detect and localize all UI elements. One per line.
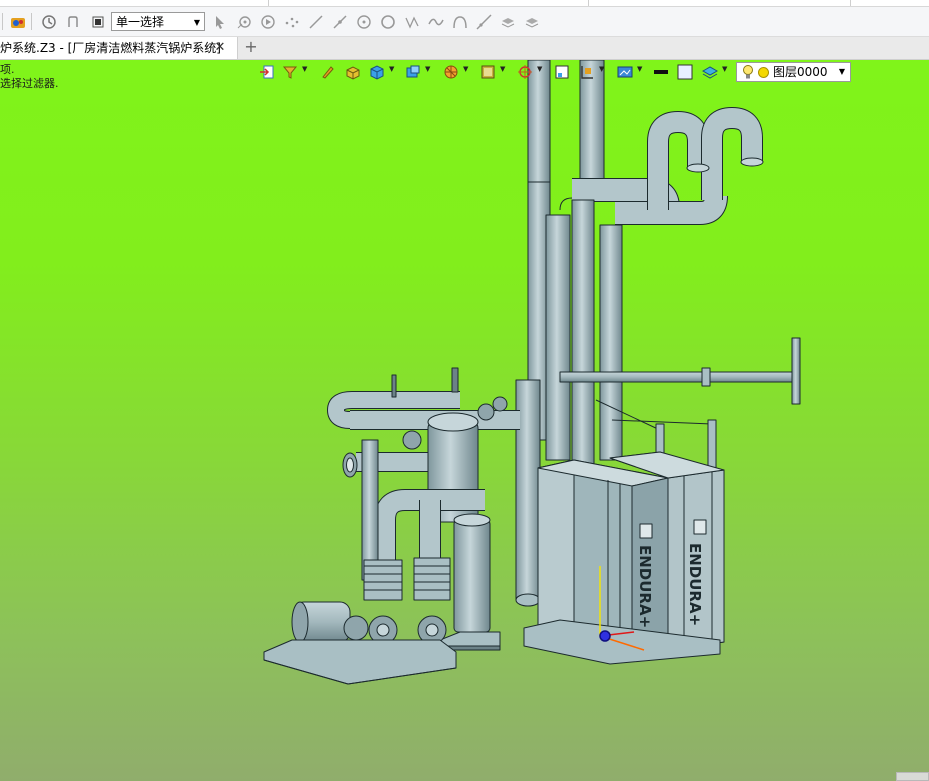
layer-stack-icon[interactable] xyxy=(499,13,516,30)
selection-mode-dropdown[interactable]: 单一选择 ▼ xyxy=(111,12,205,31)
horizontal-pump[interactable] xyxy=(291,601,369,643)
chevron-down-icon[interactable]: ▼ xyxy=(425,65,430,73)
close-icon[interactable]: ✕ xyxy=(213,37,227,59)
status-line-1: 项. xyxy=(0,63,15,76)
document-tab-bar: 炉系统.Z3 - [厂房清洁燃料蒸汽锅炉系统] ✕ + xyxy=(0,37,929,60)
layers-icon[interactable] xyxy=(701,63,719,81)
view-cube-icon[interactable] xyxy=(368,63,386,81)
chevron-down-icon[interactable]: ▼ xyxy=(537,65,542,73)
chevron-down-icon[interactable]: ▼ xyxy=(500,65,505,73)
line-weight-icon[interactable] xyxy=(652,63,670,81)
flue-pipe-2[interactable] xyxy=(571,199,595,466)
stop-icon[interactable] xyxy=(89,13,106,30)
chevron-down-icon[interactable]: ▼ xyxy=(722,65,727,73)
circle-center-icon[interactable] xyxy=(355,13,372,30)
line-through-point-icon[interactable] xyxy=(331,13,348,30)
chevron-down-icon: ▼ xyxy=(838,67,845,76)
pick-point-icon[interactable] xyxy=(235,13,252,30)
new-tab-button[interactable]: + xyxy=(244,37,258,57)
chevron-down-icon[interactable]: ▼ xyxy=(389,65,394,73)
brush-icon[interactable] xyxy=(319,63,337,81)
boiler-right-brand: ENDURA+ xyxy=(686,543,704,626)
arc-icon[interactable] xyxy=(451,13,468,30)
frame-icon[interactable] xyxy=(553,63,571,81)
redo-history-icon[interactable] xyxy=(64,13,81,30)
clip-plane-icon[interactable] xyxy=(578,63,596,81)
boiler-system-model[interactable]: ENDURA+ ENDURA+ xyxy=(0,60,929,781)
display-mode-icon[interactable] xyxy=(404,63,422,81)
pump-assembly-2[interactable] xyxy=(413,557,451,645)
chevron-down-icon[interactable]: ▼ xyxy=(302,65,307,73)
3d-viewport[interactable]: ENDURA+ ENDURA+ 项. 选择过滤器. ▼ ▼ ▼ ▼ ▼ ▼ ▼ … xyxy=(0,60,929,781)
main-toolbar: 单一选择 ▼ xyxy=(0,7,929,37)
chevron-down-icon[interactable]: ▼ xyxy=(637,65,642,73)
screen-view-icon[interactable] xyxy=(616,63,634,81)
exit-icon[interactable] xyxy=(258,63,276,81)
document-tab[interactable]: 炉系统.Z3 - [厂房清洁燃料蒸汽锅炉系统] ✕ xyxy=(0,37,238,59)
chevron-down-icon: ▼ xyxy=(193,18,200,27)
status-line-2: 选择过滤器. xyxy=(0,77,59,90)
boiler-left-brand: ENDURA+ xyxy=(636,545,654,628)
snap-target-icon[interactable] xyxy=(516,63,534,81)
layer-freeze-icon[interactable] xyxy=(758,67,769,78)
play-icon[interactable] xyxy=(259,13,276,30)
render-style-icon[interactable] xyxy=(442,63,460,81)
layer-name: 图层0000 xyxy=(773,65,828,79)
shading-icon[interactable] xyxy=(479,63,497,81)
flue-pipe-3[interactable] xyxy=(599,224,623,461)
chevron-down-icon[interactable]: ▼ xyxy=(599,65,604,73)
view-toolbar: ▼ ▼ ▼ ▼ ▼ ▼ ▼ ▼ ▼ 图层0000 ▼ xyxy=(256,61,852,83)
filter-icon[interactable] xyxy=(281,63,299,81)
spline-points-icon[interactable] xyxy=(403,13,420,30)
lightbulb-icon[interactable] xyxy=(741,64,755,80)
pick-cursor-icon[interactable] xyxy=(211,13,228,30)
pump-base-skid[interactable] xyxy=(263,639,457,685)
menu-strip-remnant xyxy=(0,0,929,7)
selection-mode-value: 单一选择 xyxy=(116,15,165,29)
color-swatch-icon[interactable] xyxy=(676,63,694,81)
color-picker-icon[interactable] xyxy=(9,13,26,30)
steam-header-pipe[interactable] xyxy=(559,371,797,383)
point-cloud-icon[interactable] xyxy=(283,13,300,30)
pump-assembly-1[interactable] xyxy=(363,559,403,645)
flue-pipe-1[interactable] xyxy=(545,214,571,461)
tangent-line-icon[interactable] xyxy=(475,13,492,30)
layer-dropdown[interactable]: 图层0000 ▼ xyxy=(736,62,851,82)
shaded-box-icon[interactable] xyxy=(344,63,362,81)
prompt-status: 项. 选择过滤器. xyxy=(0,63,59,91)
chevron-down-icon[interactable]: ▼ xyxy=(463,65,468,73)
line-icon[interactable] xyxy=(307,13,324,30)
expansion-tank[interactable] xyxy=(453,519,491,633)
viewport-corner-widget[interactable] xyxy=(896,772,929,781)
document-tab-label: 炉系统.Z3 - [厂房清洁燃料蒸汽锅炉系统] xyxy=(0,41,221,55)
circle-icon[interactable] xyxy=(379,13,396,30)
layer-stack-2-icon[interactable] xyxy=(523,13,540,30)
spline-icon[interactable] xyxy=(427,13,444,30)
history-icon[interactable] xyxy=(40,13,57,30)
